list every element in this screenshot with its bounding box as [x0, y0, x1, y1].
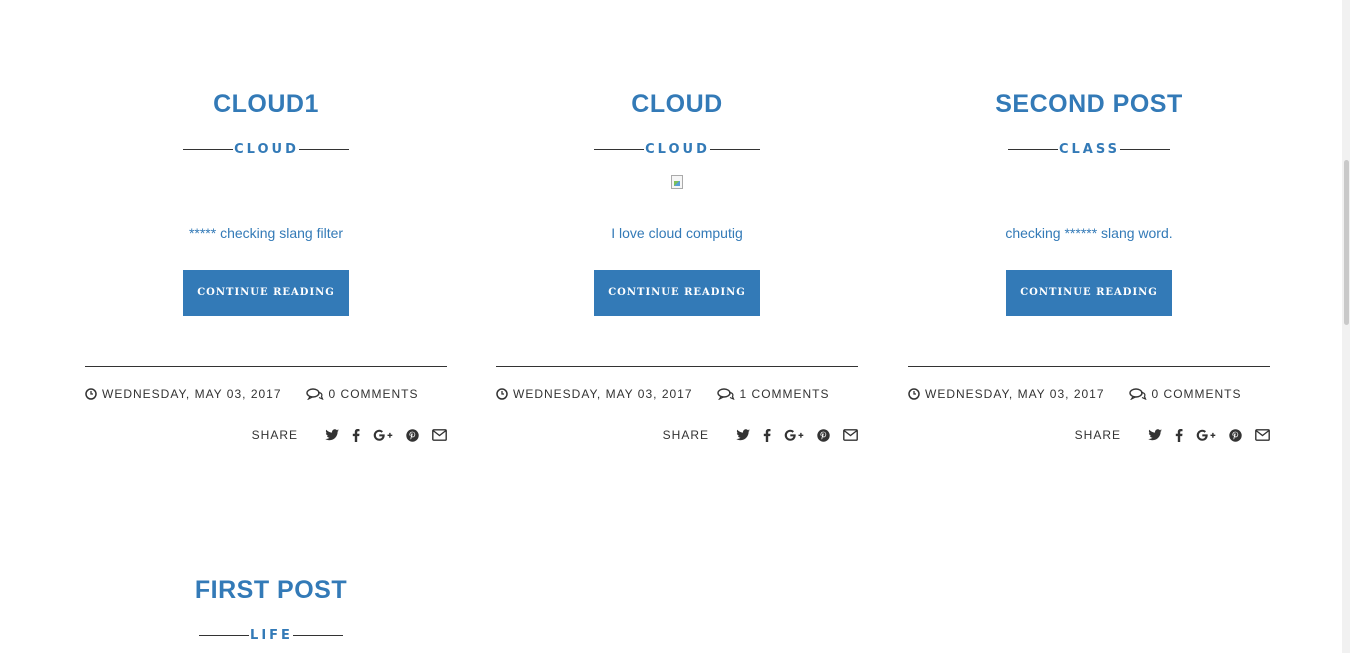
post-meta: WEDNESDAY, MAY 03, 2017 0 COMMENTS [908, 387, 1270, 401]
category-divider-right [298, 148, 349, 150]
facebook-icon[interactable] [763, 427, 771, 443]
share-bar: SHARE [496, 427, 858, 443]
twitter-icon[interactable] [325, 427, 339, 443]
page: CLOUD1 CLOUD ***** checking slang filter… [0, 0, 1350, 653]
comments-icon[interactable] [1128, 388, 1147, 400]
google-plus-icon[interactable] [373, 427, 393, 443]
category-label[interactable]: CLASS [1058, 142, 1120, 157]
post-date: WEDNESDAY, MAY 03, 2017 [513, 387, 693, 401]
continue-reading-button[interactable]: CONTINUE READING [1006, 270, 1172, 316]
category-divider-right [709, 148, 760, 150]
post-title[interactable]: FIRST POST [90, 575, 452, 605]
post-divider [496, 366, 858, 367]
category-divider-left [199, 634, 250, 636]
pinterest-icon[interactable] [817, 427, 830, 443]
post-category: CLOUD [85, 141, 447, 157]
category-divider-right [292, 634, 343, 636]
comments-count[interactable]: 0 COMMENTS [1152, 387, 1242, 401]
post-image-slot [85, 157, 447, 207]
post-card: FIRST POST LIFE [90, 575, 452, 643]
post-title[interactable]: CLOUD [496, 89, 858, 119]
google-plus-icon[interactable] [784, 427, 804, 443]
comments-count[interactable]: 0 COMMENTS [329, 387, 419, 401]
share-bar: SHARE [908, 427, 1270, 443]
twitter-icon[interactable] [736, 427, 750, 443]
post-title[interactable]: CLOUD1 [85, 89, 447, 119]
continue-reading-button[interactable]: CONTINUE READING [183, 270, 349, 316]
continue-reading-button[interactable]: CONTINUE READING [594, 270, 760, 316]
google-plus-icon[interactable] [1196, 427, 1216, 443]
share-label: SHARE [1074, 428, 1121, 442]
comments-icon[interactable] [305, 388, 324, 400]
scrollbar-thumb[interactable] [1344, 160, 1349, 325]
post-card: CLOUD1 CLOUD ***** checking slang filter… [85, 89, 447, 443]
comments-icon[interactable] [716, 388, 735, 400]
pinterest-icon[interactable] [406, 427, 419, 443]
post-card: CLOUD CLOUD I love cloud computig CONTIN… [496, 89, 858, 443]
post-divider [85, 366, 447, 367]
category-divider-right [1120, 148, 1171, 150]
post-date: WEDNESDAY, MAY 03, 2017 [102, 387, 282, 401]
post-divider [908, 366, 1270, 367]
post-meta: WEDNESDAY, MAY 03, 2017 0 COMMENTS [85, 387, 447, 401]
category-divider-left [1007, 148, 1058, 150]
post-excerpt: ***** checking slang filter [188, 225, 344, 241]
category-label[interactable]: LIFE [249, 628, 293, 643]
post-card: SECOND POST CLASS checking ****** slang … [908, 89, 1270, 443]
category-divider-left [183, 148, 234, 150]
post-category: CLOUD [496, 141, 858, 157]
pinterest-icon[interactable] [1229, 427, 1242, 443]
email-icon[interactable] [432, 427, 447, 443]
category-label[interactable]: CLOUD [644, 142, 710, 157]
post-excerpt: checking ****** slang word. [1005, 225, 1173, 241]
post-image-slot [496, 157, 858, 207]
post-excerpt: I love cloud computig [611, 225, 743, 241]
email-icon[interactable] [843, 427, 858, 443]
post-date: WEDNESDAY, MAY 03, 2017 [925, 387, 1105, 401]
share-bar: SHARE [85, 427, 447, 443]
post-meta: WEDNESDAY, MAY 03, 2017 1 COMMENTS [496, 387, 858, 401]
post-category: CLASS [908, 141, 1270, 157]
category-divider-left [594, 148, 645, 150]
scrollbar[interactable] [1342, 0, 1350, 653]
facebook-icon[interactable] [352, 427, 360, 443]
broken-image-icon[interactable] [671, 175, 683, 189]
share-label: SHARE [251, 428, 298, 442]
clock-icon [85, 388, 97, 400]
clock-icon [496, 388, 508, 400]
post-category: LIFE [90, 627, 452, 643]
twitter-icon[interactable] [1148, 427, 1162, 443]
share-label: SHARE [662, 428, 709, 442]
clock-icon [908, 388, 920, 400]
facebook-icon[interactable] [1175, 427, 1183, 443]
comments-count[interactable]: 1 COMMENTS [740, 387, 830, 401]
category-label[interactable]: CLOUD [233, 142, 299, 157]
post-title[interactable]: SECOND POST [908, 89, 1270, 119]
email-icon[interactable] [1255, 427, 1270, 443]
post-image-slot [908, 157, 1270, 207]
